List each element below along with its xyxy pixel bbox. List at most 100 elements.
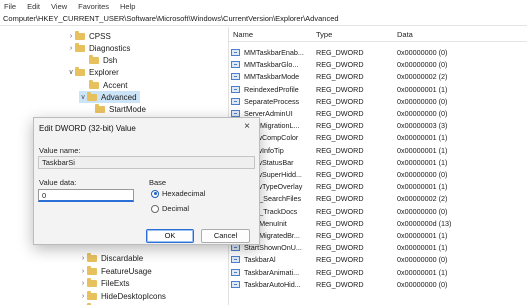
tree-item-hidedesktopicons[interactable]: › HideDesktopIcons xyxy=(79,290,169,302)
table-row[interactable]: MMTaskbarEnab... REG_DWORD 0x00000000 (0) xyxy=(229,47,527,59)
value-name-cell: MMTaskbarEnab... xyxy=(244,48,304,57)
value-data-cell: 0x00000000 (0) xyxy=(397,96,448,106)
tree-item-cpss[interactable]: › CPSS xyxy=(67,30,114,42)
tree-item-featureusage[interactable]: › FeatureUsage xyxy=(79,265,155,277)
table-row[interactable]: ServerAdminUI REG_DWORD 0x00000000 (0) xyxy=(229,108,527,120)
tree-item-diagnostics[interactable]: › Diagnostics xyxy=(67,42,133,54)
value-data-cell: 0x00000000 (0) xyxy=(397,206,448,216)
table-row[interactable]: TaskbarAutoHid... REG_DWORD 0x00000000 (0) xyxy=(229,279,527,291)
table-row[interactable]: ShowTypeOverlay REG_DWORD 0x00000001 (1) xyxy=(229,181,527,193)
table-row[interactable]: SeparateProcess REG_DWORD 0x00000000 (0) xyxy=(229,96,527,108)
dword-value-icon xyxy=(231,49,240,56)
chevron-right-icon[interactable]: › xyxy=(67,45,75,52)
regedit-window: File Edit View Favorites Help Computer\H… xyxy=(0,0,527,305)
tree-item-label: Accent xyxy=(103,80,128,90)
folder-icon xyxy=(87,290,97,300)
tree-item-startmode[interactable]: StartMode xyxy=(87,103,149,115)
tree-item-explorer[interactable]: ∨ Explorer xyxy=(67,66,122,78)
table-row[interactable]: ShowStatusBar REG_DWORD 0x00000001 (1) xyxy=(229,157,527,169)
value-type-cell: REG_DWORD xyxy=(316,48,364,57)
table-row[interactable]: StartShownOnU... REG_DWORD 0x00000001 (1) xyxy=(229,242,527,254)
table-row[interactable]: MMTaskbarMode REG_DWORD 0x00000002 (2) xyxy=(229,71,527,83)
folder-icon xyxy=(87,252,97,262)
dword-value-icon xyxy=(231,268,240,276)
base-group-label: Base xyxy=(149,178,167,187)
folder-icon xyxy=(95,103,105,113)
column-header-data[interactable]: Data xyxy=(397,30,413,39)
chevron-down-icon[interactable]: ∨ xyxy=(67,68,75,76)
folder-icon xyxy=(89,79,99,89)
table-row[interactable]: Start_TrackDocs REG_DWORD 0x00000000 (0) xyxy=(229,206,527,218)
chevron-right-icon[interactable]: › xyxy=(79,293,87,300)
value-data-cell: 0x00000002 (2) xyxy=(397,72,448,82)
table-row[interactable]: StartMigratedBr... REG_DWORD 0x00000001 (1… xyxy=(229,230,527,242)
close-icon[interactable]: × xyxy=(239,120,255,134)
dword-value-icon xyxy=(231,256,240,264)
hexadecimal-radio[interactable]: Hexadecimal xyxy=(151,189,205,198)
menu-edit[interactable]: Edit xyxy=(27,2,40,11)
value-data-cell: 0x0000000d (13) xyxy=(397,218,452,228)
chevron-right-icon[interactable]: › xyxy=(67,33,75,40)
table-row[interactable]: ShowSuperHidd... REG_DWORD 0x00000000 (0) xyxy=(229,169,527,181)
value-data-input[interactable] xyxy=(38,189,134,202)
table-row[interactable]: MMTaskbarGlo... REG_DWORD 0x00000000 (0) xyxy=(229,59,527,71)
cancel-button[interactable]: Cancel xyxy=(201,229,250,243)
ok-button[interactable]: OK xyxy=(146,229,194,243)
tree-item-dsh[interactable]: Dsh xyxy=(81,54,120,66)
folder-icon xyxy=(75,66,85,76)
tree-item-label: FeatureUsage xyxy=(101,266,152,276)
value-type-cell: REG_DWORD xyxy=(316,109,364,118)
menu-help[interactable]: Help xyxy=(120,2,135,11)
table-row[interactable]: TaskbarAl REG_DWORD 0x00000000 (0) xyxy=(229,254,527,266)
tree-item-discardable[interactable]: › Discardable xyxy=(79,252,146,264)
value-data-cell: 0x00000001 (1) xyxy=(397,243,448,253)
value-type-cell: REG_DWORD xyxy=(316,231,364,240)
chevron-down-icon[interactable]: ∨ xyxy=(79,93,87,101)
dword-value-icon xyxy=(231,280,240,288)
value-data-cell: 0x00000001 (1) xyxy=(397,145,448,155)
table-row[interactable]: Start_SearchFiles REG_DWORD 0x00000002 (2) xyxy=(229,193,527,205)
chevron-right-icon[interactable]: › xyxy=(79,280,87,287)
value-type-cell: REG_DWORD xyxy=(316,170,364,179)
folder-icon xyxy=(87,265,97,275)
value-name-cell: TaskbarAutoHid... xyxy=(244,279,301,289)
table-row[interactable]: TaskbarAnimati... REG_DWORD 0x00000001 (1) xyxy=(229,267,527,279)
value-data-cell: 0x00000000 (0) xyxy=(397,109,448,118)
tree-item-fileexts[interactable]: › FileExts xyxy=(79,277,132,289)
chevron-right-icon[interactable]: › xyxy=(79,255,87,262)
value-type-cell: REG_DWORD xyxy=(316,182,364,192)
dword-value-icon xyxy=(231,85,240,93)
table-row[interactable]: StartMenuInit REG_DWORD 0x0000000d (13) xyxy=(229,218,527,230)
hexadecimal-label: Hexadecimal xyxy=(162,189,206,198)
column-header-type[interactable]: Type xyxy=(316,30,332,39)
value-type-cell: REG_DWORD xyxy=(316,206,364,216)
radio-selected-icon xyxy=(151,189,159,198)
table-row[interactable]: ReindexedProfile REG_DWORD 0x00000001 (1) xyxy=(229,84,527,96)
table-row[interactable]: ShellMigrationL... REG_DWORD 0x00000003 (3… xyxy=(229,120,527,132)
value-data-cell: 0x00000001 (1) xyxy=(397,231,448,240)
radio-unselected-icon xyxy=(151,204,159,213)
value-type-cell: REG_DWORD xyxy=(316,84,364,94)
folder-icon xyxy=(75,42,85,52)
menu-view[interactable]: View xyxy=(51,2,67,11)
table-row[interactable]: ShowInfoTip REG_DWORD 0x00000001 (1) xyxy=(229,145,527,157)
value-type-cell: REG_DWORD xyxy=(316,255,364,265)
menu-favorites[interactable]: Favorites xyxy=(78,2,109,11)
value-name-cell: MMTaskbarGlo... xyxy=(244,60,299,70)
value-type-cell: REG_DWORD xyxy=(316,96,364,106)
column-header-name[interactable]: Name xyxy=(233,30,253,39)
address-bar[interactable]: Computer\HKEY_CURRENT_USER\Software\Micr… xyxy=(0,12,527,26)
tree-item-label: StartMode xyxy=(109,104,146,114)
value-type-cell: REG_DWORD xyxy=(316,121,364,131)
dialog-title: Edit DWORD (32-bit) Value xyxy=(39,124,136,133)
tree-item-label: Discardable xyxy=(101,253,144,263)
tree-item-accent[interactable]: Accent xyxy=(81,79,130,91)
decimal-radio[interactable]: Decimal xyxy=(151,204,189,213)
menu-file[interactable]: File xyxy=(4,2,16,11)
value-name-cell: TaskbarAnimati... xyxy=(244,267,300,277)
tree-item-advanced[interactable]: ∨ Advanced xyxy=(79,91,140,103)
folder-icon xyxy=(89,54,99,64)
chevron-right-icon[interactable]: › xyxy=(79,268,87,275)
table-row[interactable]: ShowCompColor REG_DWORD 0x00000001 (1) xyxy=(229,132,527,144)
tree-item-label: Dsh xyxy=(103,55,118,65)
